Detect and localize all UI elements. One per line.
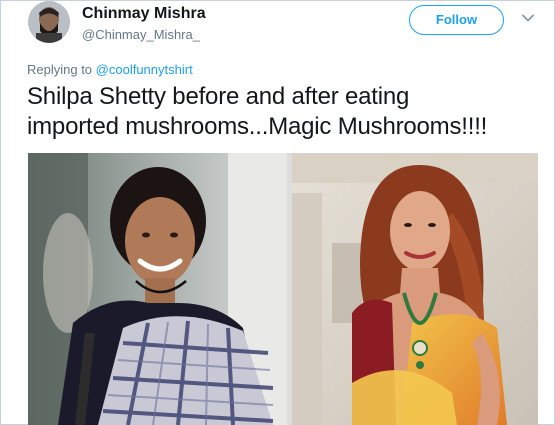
reply-context: Replying to @coolfunnytshirt <box>27 62 193 77</box>
chevron-down-icon[interactable] <box>520 10 536 26</box>
display-name[interactable]: Chinmay Mishra <box>82 5 206 23</box>
tweet-text-line: imported mushrooms...Magic Mushrooms!!!! <box>27 113 488 140</box>
photo-before-image <box>28 153 287 425</box>
avatar[interactable] <box>28 1 70 43</box>
tweet-media[interactable] <box>28 153 538 425</box>
avatar-image <box>28 1 70 43</box>
reply-prefix: Replying to <box>27 62 93 77</box>
photo-after-image <box>292 153 538 425</box>
photo-before[interactable] <box>28 153 287 425</box>
photo-after[interactable] <box>292 153 538 425</box>
tweet-text-line: Shilpa Shetty before and after eating <box>27 83 410 110</box>
tweet-text: Shilpa Shetty before and after eating im… <box>27 82 547 142</box>
follow-button[interactable]: Follow <box>409 5 504 35</box>
reply-mention-link[interactable]: @coolfunnytshirt <box>96 62 193 77</box>
user-handle[interactable]: @Chinmay_Mishra_ <box>82 27 200 42</box>
